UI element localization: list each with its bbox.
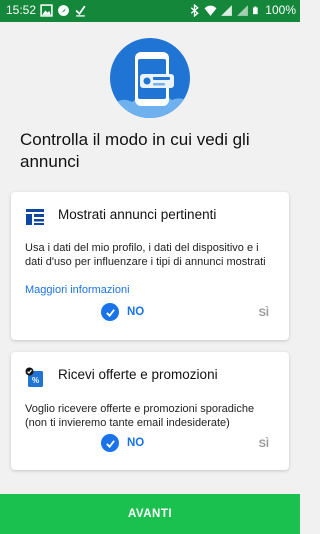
location-icon	[58, 5, 69, 16]
signal-icon-2	[237, 4, 249, 16]
option-yes[interactable]: SÌ	[259, 438, 269, 450]
svg-text:%: %	[32, 376, 39, 385]
option-no[interactable]: NO	[101, 303, 144, 321]
phone-ad-illustration-icon	[110, 52, 190, 118]
next-button[interactable]: AVANTI	[0, 494, 300, 534]
offers-promotions-card: % Ricevi offerte e promozioni Voglio ric…	[11, 352, 289, 470]
wifi-icon	[204, 5, 217, 16]
relevant-ads-card: Mostrati annunci pertinenti Usa i dati d…	[11, 192, 289, 340]
status-time: 15:52	[6, 3, 37, 17]
ad-layout-icon	[26, 209, 44, 225]
card-description: Voglio ricevere offerte e promozioni spo…	[25, 403, 255, 429]
option-no[interactable]: NO	[101, 434, 144, 452]
check-circle-icon	[101, 434, 119, 452]
notification-icons	[40, 4, 87, 17]
status-bar: 15:52 100%	[0, 0, 300, 22]
option-no-label: NO	[127, 306, 145, 318]
bluetooth-icon	[191, 3, 200, 17]
option-yes[interactable]: SÌ	[259, 307, 269, 319]
promo-tag-icon: %	[25, 367, 43, 387]
check-circle-icon	[101, 303, 119, 321]
signal-icon	[221, 4, 233, 16]
card-title: Ricevi offerte e promozioni	[58, 367, 218, 382]
check-icon	[75, 5, 86, 17]
option-no-label: NO	[127, 437, 145, 449]
image-icon	[40, 4, 53, 17]
page-title: Controlla il modo in cui vedi gli annunc…	[20, 130, 250, 171]
more-info-link[interactable]: Maggiori informazioni	[25, 284, 130, 296]
battery-icon	[253, 6, 258, 14]
battery-percent: 100%	[265, 3, 296, 17]
system-icons: 100%	[188, 3, 296, 17]
hero-illustration	[110, 38, 190, 118]
card-description: Usa i dati del mio profilo, i dati del d…	[25, 242, 266, 268]
card-title: Mostrati annunci pertinenti	[58, 207, 217, 222]
